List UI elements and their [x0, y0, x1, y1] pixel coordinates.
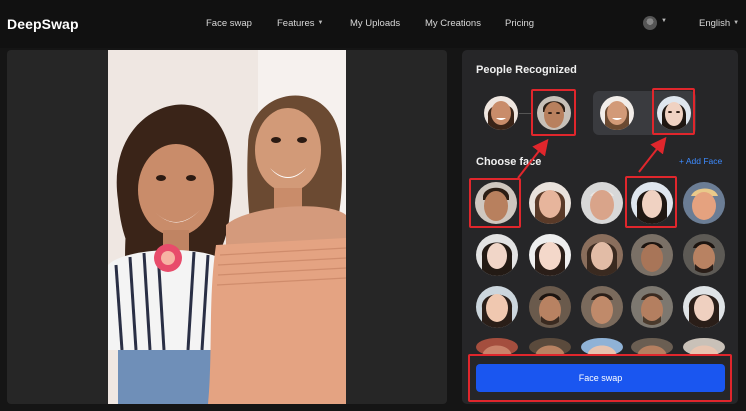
arrow-icon [517, 136, 667, 179]
face-swap-button[interactable]: Face swap [476, 364, 725, 392]
page: DeepSwap Face swap Features ▼ My Uploads … [0, 0, 746, 411]
